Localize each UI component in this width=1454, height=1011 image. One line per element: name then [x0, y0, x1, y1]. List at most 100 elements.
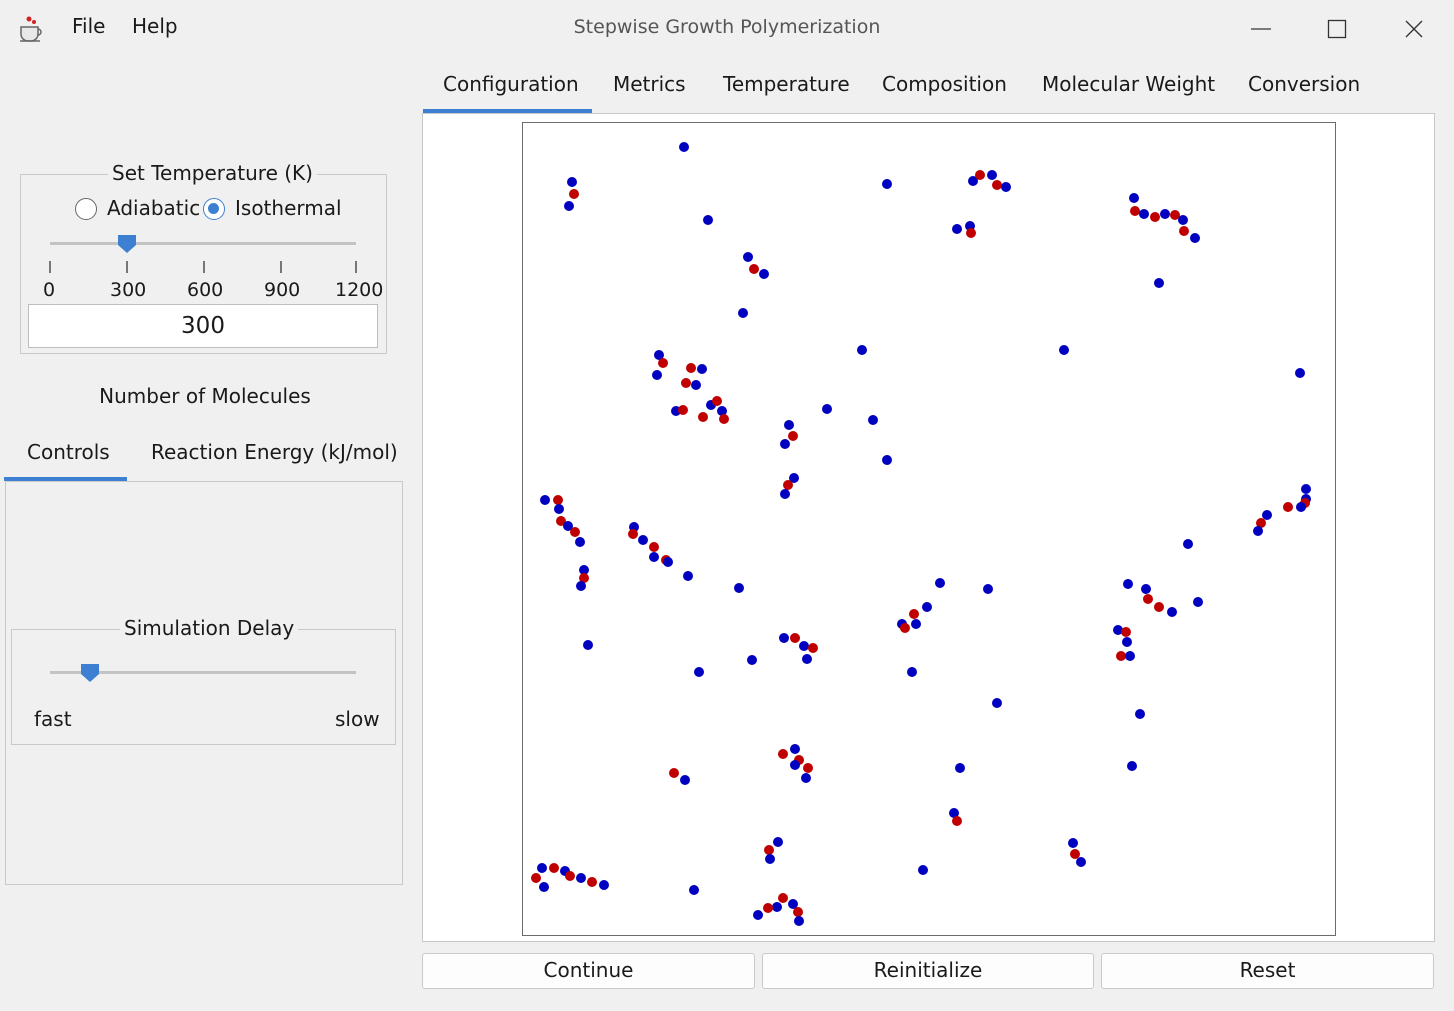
- tab-configuration[interactable]: Configuration: [443, 72, 579, 96]
- monomer-a-particle: [679, 142, 689, 152]
- monomer-a-particle: [794, 916, 804, 926]
- tick-mark: [203, 261, 205, 273]
- monomer-b-particle: [909, 609, 919, 619]
- temperature-slider-thumb[interactable]: [117, 234, 137, 254]
- monomer-a-particle: [1122, 637, 1132, 647]
- temperature-input[interactable]: 300: [28, 304, 378, 348]
- monomer-a-particle: [790, 744, 800, 754]
- monomer-a-particle: [694, 667, 704, 677]
- monomer-b-particle: [992, 180, 1002, 190]
- tab-metrics[interactable]: Metrics: [613, 72, 686, 96]
- close-icon[interactable]: [1399, 14, 1429, 44]
- monomer-a-particle: [772, 902, 782, 912]
- monomer-a-particle: [1154, 278, 1164, 288]
- monomer-a-particle: [1068, 838, 1078, 848]
- adiabatic-radio[interactable]: [75, 198, 97, 220]
- monomer-b-particle: [808, 643, 818, 653]
- monomer-a-particle: [801, 773, 811, 783]
- monomer-a-particle: [734, 583, 744, 593]
- monomer-a-particle: [753, 910, 763, 920]
- monomer-a-particle: [539, 882, 549, 892]
- tick-label: 300: [110, 279, 147, 301]
- tab-reaction-energy[interactable]: Reaction Energy (kJ/mol): [151, 440, 398, 464]
- tick-mark: [355, 261, 357, 273]
- monomer-a-particle: [540, 495, 550, 505]
- monomer-b-particle: [778, 893, 788, 903]
- temperature-slider-track[interactable]: [50, 242, 356, 245]
- monomer-a-particle: [1190, 233, 1200, 243]
- monomer-b-particle: [669, 768, 679, 778]
- monomer-a-particle: [1193, 597, 1203, 607]
- maximize-icon[interactable]: [1322, 14, 1352, 44]
- monomer-a-particle: [987, 170, 997, 180]
- tick-label: 600: [187, 279, 224, 301]
- delay-slider-thumb[interactable]: [80, 663, 100, 683]
- monomer-a-particle: [1296, 502, 1306, 512]
- monomer-a-particle: [790, 760, 800, 770]
- monomer-a-particle: [567, 177, 577, 187]
- monomer-b-particle: [764, 845, 774, 855]
- tab-composition[interactable]: Composition: [882, 72, 1007, 96]
- monomer-a-particle: [663, 557, 673, 567]
- monomer-a-particle: [759, 269, 769, 279]
- monomer-a-particle: [1001, 182, 1011, 192]
- tab-molecular-weight[interactable]: Molecular Weight: [1042, 72, 1215, 96]
- monomer-a-particle: [955, 763, 965, 773]
- monomer-a-particle: [983, 584, 993, 594]
- tick-label: 900: [264, 279, 301, 301]
- tab-conversion[interactable]: Conversion: [1248, 72, 1360, 96]
- tab-controls[interactable]: Controls: [27, 440, 110, 464]
- monomer-a-particle: [747, 655, 757, 665]
- monomer-b-particle: [628, 529, 638, 539]
- monomer-a-particle: [857, 345, 867, 355]
- monomer-a-particle: [1253, 526, 1263, 536]
- monomer-a-particle: [1059, 345, 1069, 355]
- monomer-b-particle: [531, 873, 541, 883]
- monomer-a-particle: [1160, 209, 1170, 219]
- adiabatic-label: Adiabatic: [107, 196, 201, 220]
- particle-layer: [531, 142, 1311, 926]
- monomer-a-particle: [599, 880, 609, 890]
- tick-label: 1200: [335, 279, 384, 301]
- reset-button[interactable]: Reset: [1101, 953, 1434, 989]
- tick-mark: [280, 261, 282, 273]
- monomer-a-particle: [1301, 484, 1311, 494]
- monomer-b-particle: [565, 871, 575, 881]
- number-of-molecules-label: Number of Molecules: [99, 384, 311, 408]
- monomer-a-particle: [691, 380, 701, 390]
- monomer-b-particle: [763, 903, 773, 913]
- monomer-b-particle: [549, 863, 559, 873]
- delay-min-label: fast: [34, 707, 72, 731]
- monomer-a-particle: [697, 364, 707, 374]
- monomer-a-particle: [1178, 215, 1188, 225]
- isothermal-radio[interactable]: [203, 198, 225, 220]
- monomer-b-particle: [778, 749, 788, 759]
- simulation-canvas: [522, 122, 1336, 936]
- minimize-icon[interactable]: [1246, 14, 1276, 44]
- monomer-a-particle: [907, 667, 917, 677]
- monomer-b-particle: [783, 480, 793, 490]
- reinitialize-button[interactable]: Reinitialize: [762, 953, 1094, 989]
- monomer-b-particle: [1121, 627, 1131, 637]
- monomer-b-particle: [1179, 226, 1189, 236]
- monomer-a-particle: [1125, 651, 1135, 661]
- monomer-b-particle: [570, 527, 580, 537]
- tab-temperature[interactable]: Temperature: [723, 72, 850, 96]
- monomer-a-particle: [1127, 761, 1137, 771]
- monomer-b-particle: [1150, 212, 1160, 222]
- monomer-a-particle: [564, 201, 574, 211]
- continue-button[interactable]: Continue: [422, 953, 755, 989]
- monomer-b-particle: [952, 816, 962, 826]
- monomer-b-particle: [1070, 849, 1080, 859]
- monomer-b-particle: [749, 264, 759, 274]
- monomer-b-particle: [975, 170, 985, 180]
- monomer-b-particle: [658, 358, 668, 368]
- monomer-a-particle: [868, 415, 878, 425]
- monomer-a-particle: [882, 179, 892, 189]
- monomer-a-particle: [882, 455, 892, 465]
- monomer-b-particle: [553, 495, 563, 505]
- monomer-a-particle: [680, 775, 690, 785]
- monomer-a-particle: [765, 854, 775, 864]
- monomer-b-particle: [966, 228, 976, 238]
- monomer-a-particle: [935, 578, 945, 588]
